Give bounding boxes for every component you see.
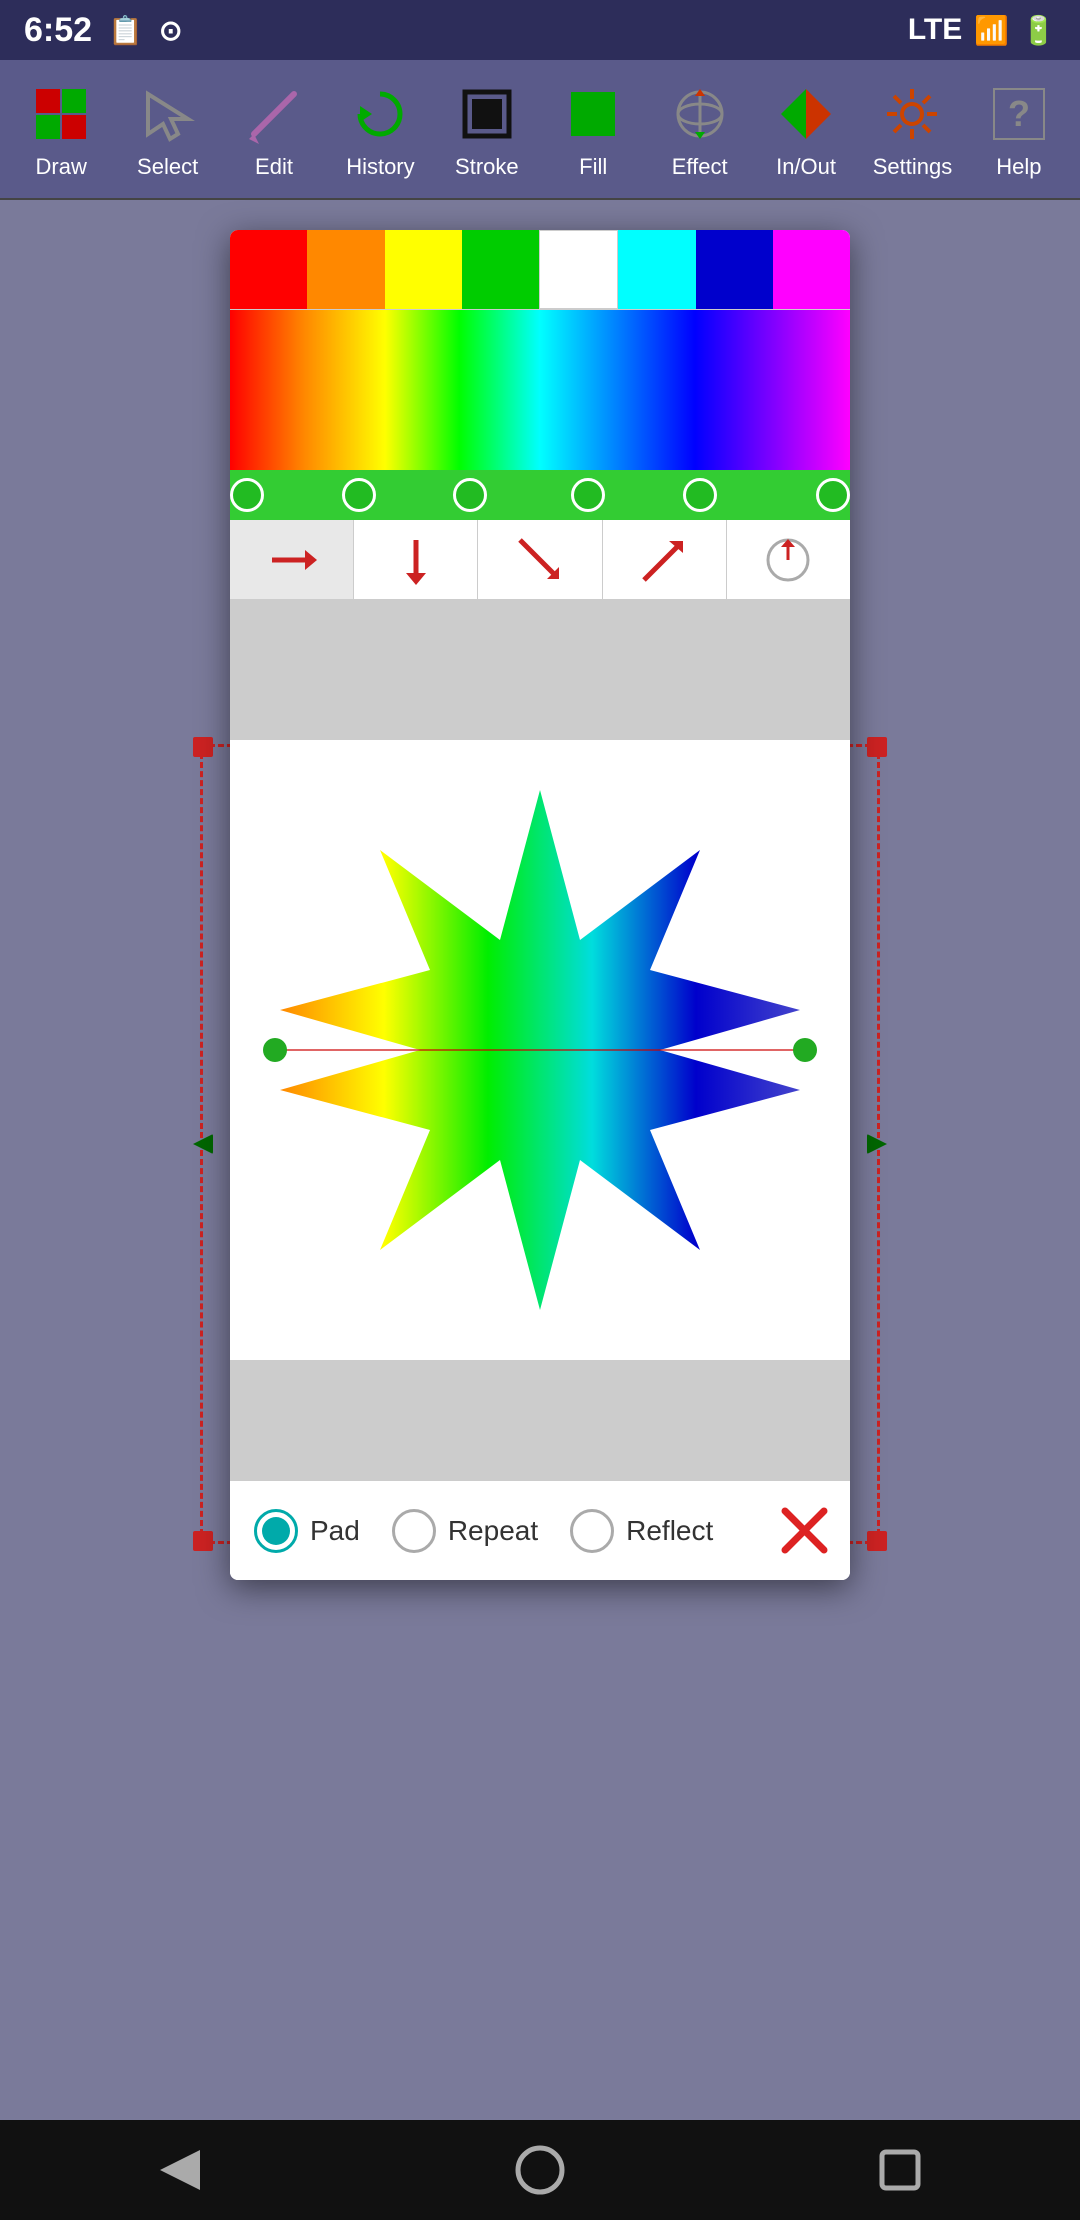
main-area: Pad Repeat Reflect <box>0 200 1080 2120</box>
gradient-stops[interactable] <box>230 470 850 520</box>
repeat-label: Repeat <box>448 1515 538 1547</box>
dir-right[interactable] <box>230 520 354 599</box>
rainbow-bar[interactable] <box>230 310 850 470</box>
signal-icon: 📶 <box>974 14 1009 47</box>
fill-label: Fill <box>579 154 607 180</box>
lte-label: LTE <box>908 13 962 47</box>
stop-2[interactable] <box>453 478 487 512</box>
dir-down[interactable] <box>354 520 478 599</box>
history-label: History <box>346 154 414 180</box>
swatch-red[interactable] <box>230 230 307 309</box>
toolbar-stroke[interactable]: Stroke <box>434 65 540 193</box>
handle-tl[interactable] <box>193 737 213 757</box>
radio-reflect[interactable]: Reflect <box>570 1509 713 1553</box>
effect-icon <box>664 78 736 150</box>
preview-white <box>230 740 850 1360</box>
direction-row <box>230 520 850 600</box>
reflect-radio[interactable] <box>570 1509 614 1553</box>
preview-bottom-gray <box>230 1360 850 1480</box>
sim-icon: 📋 <box>108 14 143 47</box>
stroke-icon <box>451 78 523 150</box>
toolbar-help[interactable]: ? Help <box>966 65 1072 193</box>
select-icon <box>132 78 204 150</box>
pad-radio-dot <box>262 1517 290 1545</box>
fill-icon <box>557 78 629 150</box>
recents-button[interactable] <box>860 2130 940 2210</box>
swatch-white[interactable] <box>539 230 618 309</box>
settings-label: Settings <box>873 154 953 180</box>
back-button[interactable] <box>140 2130 220 2210</box>
help-label: Help <box>996 154 1041 180</box>
stop-0[interactable] <box>230 478 264 512</box>
record-icon: ⊙ <box>159 14 182 47</box>
reflect-label: Reflect <box>626 1515 713 1547</box>
toolbar-settings[interactable]: Settings <box>859 65 965 193</box>
select-label: Select <box>137 154 198 180</box>
options-row: Pad Repeat Reflect <box>230 1480 850 1580</box>
stroke-label: Stroke <box>455 154 519 180</box>
gradient-dialog: Pad Repeat Reflect <box>230 230 850 1580</box>
dir-diagonal-up[interactable] <box>603 520 727 599</box>
swatch-magenta[interactable] <box>773 230 850 309</box>
status-left: 6:52 📋 ⊙ <box>24 11 182 50</box>
handle-tr[interactable] <box>867 737 887 757</box>
stop-5[interactable] <box>816 478 850 512</box>
pad-radio[interactable] <box>254 1509 298 1553</box>
toolbar-history[interactable]: History <box>327 65 433 193</box>
edit-icon <box>238 78 310 150</box>
handle-mr[interactable] <box>867 1134 887 1154</box>
swatch-green[interactable] <box>462 230 539 309</box>
draw-icon <box>25 78 97 150</box>
dir-diagonal-down[interactable] <box>478 520 602 599</box>
swatches-row <box>230 230 850 310</box>
pad-label: Pad <box>310 1515 360 1547</box>
history-icon <box>344 78 416 150</box>
battery-icon: 🔋 <box>1021 14 1056 47</box>
dir-radial[interactable] <box>727 520 850 599</box>
swatch-cyan[interactable] <box>618 230 695 309</box>
toolbar-edit[interactable]: Edit <box>221 65 327 193</box>
star-preview <box>260 770 820 1330</box>
toolbar-inout[interactable]: In/Out <box>753 65 859 193</box>
stop-1[interactable] <box>342 478 376 512</box>
status-right: LTE 📶 🔋 <box>908 13 1056 47</box>
repeat-radio[interactable] <box>392 1509 436 1553</box>
home-button[interactable] <box>500 2130 580 2210</box>
handle-br[interactable] <box>867 1531 887 1551</box>
stop-3[interactable] <box>571 478 605 512</box>
toolbar-fill[interactable]: Fill <box>540 65 646 193</box>
settings-icon <box>876 78 948 150</box>
time-display: 6:52 <box>24 11 92 50</box>
handle-bl[interactable] <box>193 1531 213 1551</box>
bottom-nav <box>0 2120 1080 2220</box>
swatch-yellow[interactable] <box>385 230 462 309</box>
toolbar-select[interactable]: Select <box>114 65 220 193</box>
swatch-blue[interactable] <box>696 230 773 309</box>
inout-label: In/Out <box>776 154 836 180</box>
effect-label: Effect <box>672 154 728 180</box>
stop-4[interactable] <box>683 478 717 512</box>
toolbar: Draw Select Edit History <box>0 60 1080 200</box>
help-icon: ? <box>983 78 1055 150</box>
status-bar: 6:52 📋 ⊙ LTE 📶 🔋 <box>0 0 1080 60</box>
radio-repeat[interactable]: Repeat <box>392 1509 538 1553</box>
draw-label: Draw <box>36 154 87 180</box>
inout-icon <box>770 78 842 150</box>
cancel-button[interactable] <box>777 1501 832 1561</box>
svg-text:?: ? <box>1008 93 1030 134</box>
preview-top-gray <box>230 600 850 740</box>
swatch-orange[interactable] <box>307 230 384 309</box>
toolbar-effect[interactable]: Effect <box>646 65 752 193</box>
radio-pad[interactable]: Pad <box>254 1509 360 1553</box>
edit-label: Edit <box>255 154 293 180</box>
toolbar-draw[interactable]: Draw <box>8 65 114 193</box>
handle-ml[interactable] <box>193 1134 213 1154</box>
